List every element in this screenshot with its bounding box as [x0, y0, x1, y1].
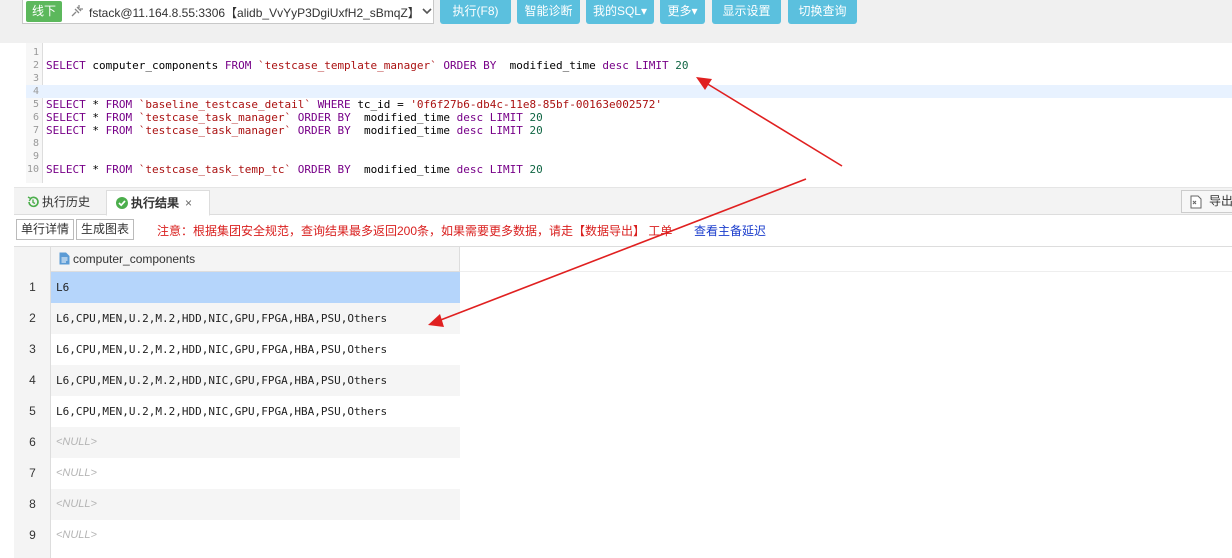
row-number: 5 [29, 404, 36, 418]
row-number: 1 [29, 280, 36, 294]
more-button[interactable]: 更多▾ [660, 0, 705, 24]
tab-result[interactable]: 执行结果 × [106, 190, 210, 216]
line-number: 6 [32, 112, 39, 123]
code-line[interactable]: 8 [26, 137, 1232, 150]
table-row[interactable]: 2 L6,CPU,MEN,U.2,M.2,HDD,NIC,GPU,FPGA,HBA… [14, 303, 460, 334]
chevron-down-icon[interactable] [420, 3, 434, 19]
row-detail-button[interactable]: 单行详情 [16, 219, 74, 240]
code-line[interactable]: 1 [26, 46, 1232, 59]
result-grid: computer_components 1 L6 2 L6,CPU,MEN,U.2,M… [14, 246, 1232, 558]
code-line[interactable]: 9 [26, 150, 1232, 163]
plug-icon [71, 5, 83, 17]
row-number: 7 [29, 466, 36, 480]
line-number: 1 [32, 47, 39, 58]
table-row[interactable]: 5 L6,CPU,MEN,U.2,M.2,HDD,NIC,GPU,FPGA,HBA… [14, 396, 460, 427]
table-row[interactable]: 8 <NULL> [14, 489, 460, 520]
table-row[interactable]: 9 <NULL> [14, 520, 460, 551]
code-line[interactable]: 7 SELECT * FROM `testcase_task_manager` O… [26, 124, 1232, 137]
history-icon [27, 196, 39, 208]
make-chart-button[interactable]: 生成图表 [76, 219, 134, 240]
tab-close-icon[interactable]: × [185, 196, 192, 210]
code-text: SELECT * FROM `testcase_task_manager` OR… [46, 124, 543, 137]
check-circle-icon [116, 197, 128, 209]
row-number: 3 [29, 342, 36, 356]
line-number: 9 [32, 151, 39, 162]
line-number: 2 [32, 60, 39, 71]
tab-history-label: 执行历史 [42, 195, 91, 209]
result-limit-notice: 注意：根据集团安全规范，查询结果最多返回200条，如果需要更多数据，请走【数据导… [157, 224, 673, 238]
document-icon [59, 252, 70, 265]
connection-label: fstack@11.164.8.55:3306【alidb_VvYyP3DgiU… [89, 6, 419, 20]
table-cell[interactable]: L6,CPU,MEN,U.2,M.2,HDD,NIC,GPU,FPGA,HBA,… [51, 303, 460, 334]
header-filler [460, 247, 1232, 272]
connection-selector[interactable]: 线下 fstack@11.164.8.55:3306【alidb_VvYyP3D… [22, 0, 434, 24]
column-header[interactable]: computer_components [51, 247, 460, 272]
code-line[interactable]: 3 [26, 72, 1232, 85]
line-number: 3 [32, 73, 39, 84]
table-cell[interactable]: L6,CPU,MEN,U.2,M.2,HDD,NIC,GPU,FPGA,HBA,… [51, 365, 460, 396]
line-number: 10 [26, 164, 39, 175]
table-cell[interactable]: L6 [51, 272, 460, 303]
tab-result-label: 执行结果 [131, 196, 180, 210]
table-cell[interactable]: L6,CPU,MEN,U.2,M.2,HDD,NIC,GPU,FPGA,HBA,… [51, 396, 460, 427]
switch-query-button[interactable]: 切换查询 [788, 0, 857, 24]
tab-history[interactable]: 执行历史 [18, 190, 100, 216]
sql-editor[interactable]: 1 2 SELECT computer_components FROM `testc… [26, 43, 1232, 183]
code-text: SELECT * FROM `testcase_task_temp_tc` OR… [46, 163, 543, 176]
line-number: 7 [32, 125, 39, 136]
table-row[interactable]: 3 L6,CPU,MEN,U.2,M.2,HDD,NIC,GPU,FPGA,HBA… [14, 334, 460, 365]
table-row[interactable]: 4 L6,CPU,MEN,U.2,M.2,HDD,NIC,GPU,FPGA,HBA… [14, 365, 460, 396]
row-number: 9 [29, 528, 36, 542]
row-number: 4 [29, 373, 36, 387]
table-row[interactable]: 1 L6 [14, 272, 460, 303]
smart-diagnosis-button[interactable]: 智能诊断 [517, 0, 580, 24]
code-line[interactable]: 5 SELECT * FROM `baseline_testcase_detail… [26, 98, 1232, 111]
result-tabs: 执行历史 执行结果 × 导出结果 [14, 187, 1232, 216]
code-text: SELECT computer_components FROM `testcas… [46, 59, 689, 72]
export-result-button[interactable]: 导出结果 [1181, 190, 1232, 213]
row-number: 6 [29, 435, 36, 449]
code-text: SELECT * FROM `testcase_task_manager` OR… [46, 111, 543, 124]
line-number: 5 [32, 99, 39, 110]
table-cell[interactable]: <NULL> [51, 489, 460, 520]
replication-delay-link[interactable]: 查看主备延迟 [694, 222, 766, 239]
code-line[interactable]: 2 SELECT computer_components FROM `testca… [26, 59, 1232, 72]
export-label: 导出结果 [1209, 194, 1232, 208]
table-cell[interactable]: L6,CPU,MEN,U.2,M.2,HDD,NIC,GPU,FPGA,HBA,… [51, 334, 460, 365]
table-cell[interactable]: <NULL> [51, 458, 460, 489]
table-row[interactable]: 6 <NULL> [14, 427, 460, 458]
code-line[interactable]: 10 SELECT * FROM `testcase_task_temp_tc` … [26, 163, 1232, 176]
table-row[interactable]: 7 <NULL> [14, 458, 460, 489]
line-number: 8 [32, 138, 39, 149]
code-line[interactable]: 4 [26, 85, 1232, 98]
row-number: 2 [29, 311, 36, 325]
my-sql-button[interactable]: 我的SQL▾ [586, 0, 654, 24]
table-cell[interactable]: <NULL> [51, 520, 460, 551]
code-text: SELECT * FROM `baseline_testcase_detail`… [46, 98, 662, 111]
file-export-icon [1190, 195, 1202, 209]
execute-button[interactable]: 执行(F8) [440, 0, 511, 24]
code-line[interactable]: 6 SELECT * FROM `testcase_task_manager` O… [26, 111, 1232, 124]
line-number: 4 [32, 86, 39, 97]
env-badge[interactable]: 线下 [26, 1, 62, 22]
toolbar: 线下 fstack@11.164.8.55:3306【alidb_VvYyP3D… [0, 0, 1232, 43]
display-settings-button[interactable]: 显示设置 [712, 0, 781, 24]
table-cell[interactable]: <NULL> [51, 427, 460, 458]
row-number: 8 [29, 497, 36, 511]
column-header-label: computer_components [73, 252, 196, 266]
